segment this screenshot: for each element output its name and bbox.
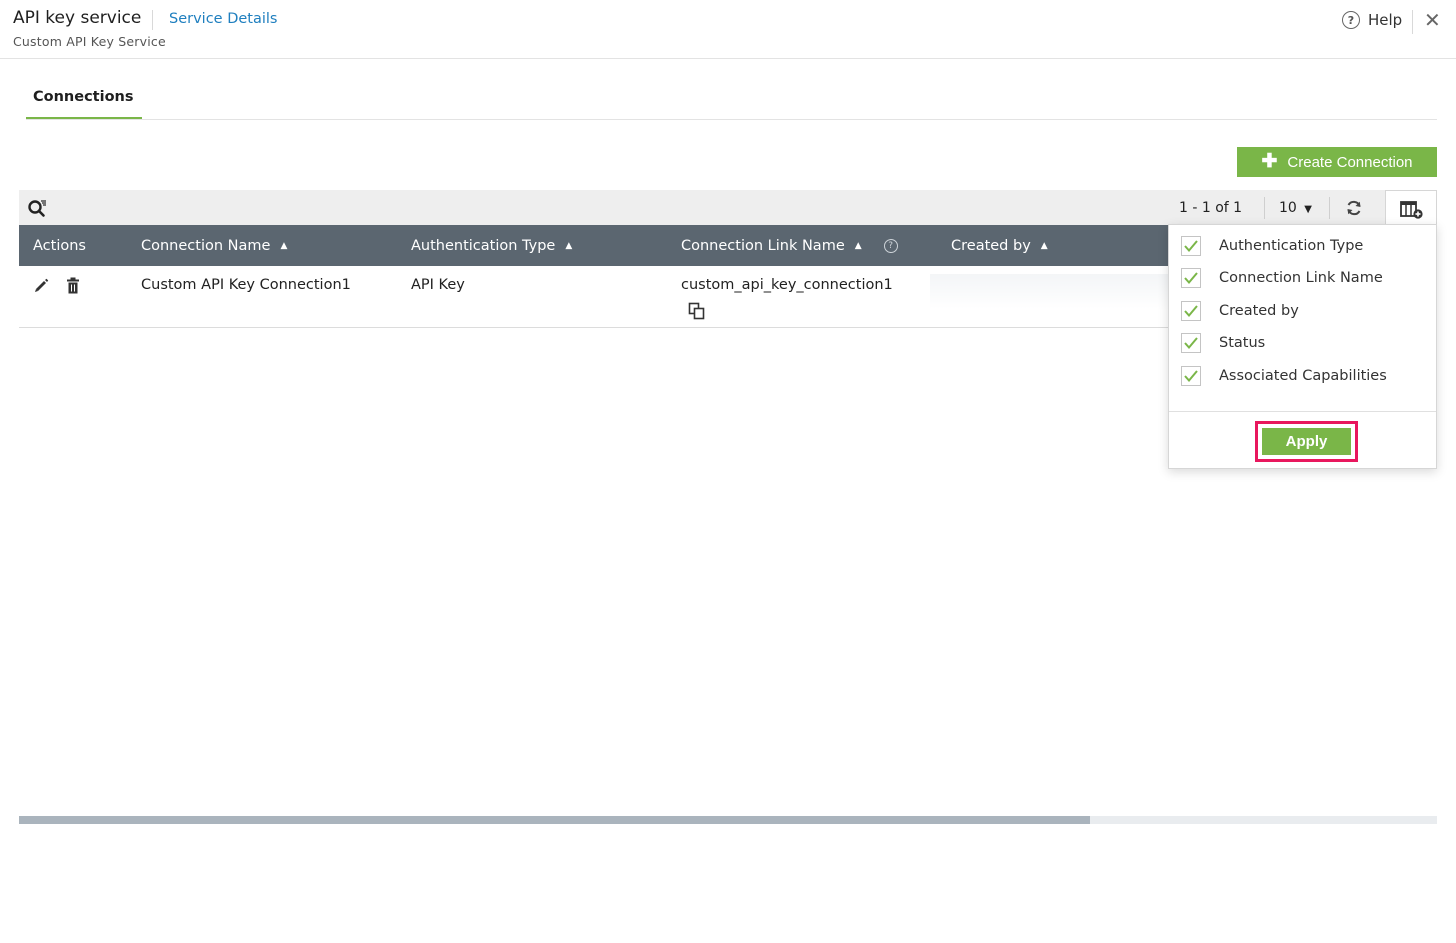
cell-created-by [930,274,1169,324]
column-option-status[interactable]: Status [1181,333,1265,353]
toolbar-divider [1264,197,1265,219]
checkbox[interactable] [1181,236,1201,256]
popup-divider [1169,411,1436,412]
checkbox[interactable] [1181,333,1201,353]
cell-authentication-type: API Key [411,277,465,293]
help-button[interactable]: ? Help [1342,11,1402,29]
column-option-label: Connection Link Name [1219,270,1383,286]
per-page-select[interactable]: 10 ▼ [1279,200,1312,216]
scrollbar-thumb[interactable] [19,816,1090,824]
column-chooser-popup: Authentication Type Connection Link Name… [1168,224,1437,469]
horizontal-scrollbar[interactable] [19,816,1437,824]
tab-connections[interactable]: Connections [26,87,142,120]
column-option-label: Status [1219,335,1266,351]
header-divider [152,10,153,30]
help-label: Help [1368,11,1403,29]
tab-bar-divider [26,119,1437,120]
table-header: Actions Connection Name ▲ Authentication… [19,225,1169,266]
search-filter-icon[interactable] [27,198,49,218]
sort-asc-icon[interactable]: ▲ [565,241,572,251]
service-details-link[interactable]: Service Details [169,11,277,27]
column-option-authentication-type[interactable]: Authentication Type [1181,236,1363,256]
column-option-label: Authentication Type [1219,238,1364,254]
column-option-label: Associated Capabilities [1219,368,1387,384]
column-header-label: Authentication Type [411,237,556,254]
checkbox[interactable] [1181,301,1201,321]
checkbox[interactable] [1181,268,1201,288]
create-connection-label: Create Connection [1287,153,1413,171]
page-subtitle: Custom API Key Service [13,34,166,49]
check-icon [1184,272,1198,285]
header-divider-right [1412,10,1413,34]
column-header-authentication-type[interactable]: Authentication Type ▲ [411,225,572,266]
column-option-connection-link-name[interactable]: Connection Link Name [1181,268,1383,288]
table-toolbar: 1 - 1 of 1 10 ▼ [19,190,1437,225]
check-icon [1184,305,1198,318]
column-header-actions: Actions [33,225,86,266]
cell-connection-name: Custom API Key Connection1 [141,277,351,293]
create-connection-button[interactable]: ✚ Create Connection [1237,147,1437,177]
column-header-label: Actions [33,237,86,254]
column-option-associated-capabilities[interactable]: Associated Capabilities [1181,366,1387,386]
column-option-label: Created by [1219,303,1299,319]
pagination-info: 1 - 1 of 1 [1179,200,1243,216]
column-settings-button[interactable] [1385,190,1437,225]
page-header: API key service Service Details Custom A… [0,0,1456,59]
trash-icon[interactable] [66,277,80,294]
cell-connection-link-name: custom_api_key_connection1 [681,277,893,293]
column-header-connection-name[interactable]: Connection Name ▲ [141,225,287,266]
sort-asc-icon[interactable]: ▲ [1041,241,1048,251]
column-header-label: Connection Name [141,237,271,254]
column-header-label: Created by [951,237,1031,254]
apply-highlight: Apply [1255,421,1358,462]
check-icon [1184,337,1198,350]
column-header-label: Connection Link Name [681,237,845,254]
close-icon[interactable]: ✕ [1424,8,1441,32]
edit-icon[interactable] [33,278,49,294]
help-icon: ? [1342,11,1360,29]
copy-icon[interactable] [688,302,706,320]
info-icon[interactable]: ? [883,238,898,253]
caret-down-icon: ▼ [1304,204,1312,215]
column-option-created-by[interactable]: Created by [1181,301,1299,321]
checkbox[interactable] [1181,366,1201,386]
column-settings-icon [1400,201,1423,219]
page-title: API key service [13,8,142,28]
apply-button[interactable]: Apply [1262,428,1351,455]
per-page-value: 10 [1279,200,1297,216]
toolbar-divider [1329,197,1330,219]
check-icon [1184,370,1198,383]
plus-icon: ✚ [1261,150,1278,172]
check-icon [1184,240,1198,253]
sort-asc-icon[interactable]: ▲ [855,241,862,251]
column-header-connection-link-name[interactable]: Connection Link Name ▲ ? [681,225,898,266]
sort-asc-icon[interactable]: ▲ [280,241,287,251]
refresh-icon[interactable] [1345,199,1363,217]
table-row: Custom API Key Connection1 API Key custo… [19,266,1169,328]
column-header-created-by[interactable]: Created by ▲ [951,225,1048,266]
